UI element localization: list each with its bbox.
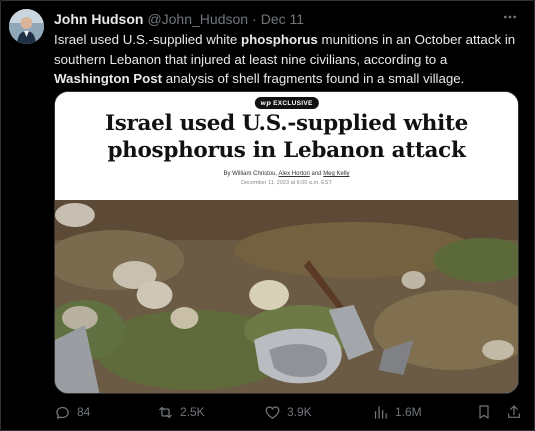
article-header: wp EXCLUSIVE Israel used U.S.-supplied wh… [55, 92, 518, 200]
views-chart-icon [374, 405, 387, 419]
repost-count: 2.5K [180, 405, 205, 419]
views-count: 1.6M [395, 405, 422, 419]
article-byline: By William Christou, Alex Horton and Meg… [55, 171, 518, 177]
article-date: December 11, 2023 at 6:00 a.m. EST [241, 180, 332, 186]
avatar[interactable] [9, 9, 44, 44]
repost-button[interactable]: 2.5K [157, 402, 205, 422]
bookmark-button[interactable] [474, 402, 494, 422]
reply-count: 84 [77, 405, 91, 419]
tweet-text-segment-bold: Washington Post [54, 71, 163, 86]
exclusive-label: EXCLUSIVE [273, 100, 313, 107]
article-photo [55, 200, 518, 393]
exclusive-badge: wp EXCLUSIVE [254, 97, 319, 109]
byline-prefix: By William Christou, [223, 171, 279, 177]
like-count: 3.9K [287, 405, 312, 419]
tweet-header: John Hudson @John_Hudson · Dec 11 [54, 10, 304, 28]
tweet-text-segment: Israel used U.S.-supplied white [54, 32, 241, 47]
reply-icon [56, 406, 69, 419]
article-headline: Israel used U.S.-supplied white phosphor… [55, 110, 518, 164]
headline-line: phosphorus in Lebanon attack [107, 138, 466, 163]
media-card[interactable]: wp EXCLUSIVE Israel used U.S.-supplied wh… [54, 91, 519, 394]
byline-author-link: Alex Horton [278, 171, 310, 177]
heart-icon [265, 405, 280, 419]
separator-dot: · [252, 11, 257, 27]
byline-author-link: Meg Kelly [323, 171, 350, 177]
user-handle[interactable]: @John_Hudson [147, 11, 248, 27]
share-icon [508, 405, 520, 418]
headline-line: Israel used U.S.-supplied white [104, 111, 469, 136]
wp-logo: wp [260, 99, 272, 107]
views-button[interactable]: 1.6M [372, 402, 422, 422]
reply-button[interactable]: 84 [54, 402, 90, 422]
display-name[interactable]: John Hudson [54, 11, 143, 27]
more-horizontal-icon [504, 15, 516, 19]
action-bar: 84 2.5K 3.9K 1.6M [54, 402, 526, 422]
bookmark-icon [479, 405, 489, 419]
tweet[interactable]: John Hudson @John_Hudson · Dec 11 Israel… [0, 0, 535, 431]
repost-icon [159, 406, 172, 418]
tweet-text-segment-bold: phosphorus [241, 32, 318, 47]
more-options-button[interactable] [500, 7, 520, 27]
byline-and: and [309, 171, 324, 177]
tweet-date[interactable]: Dec 11 [261, 11, 304, 27]
share-button[interactable] [504, 402, 524, 422]
tweet-text-segment: analysis of shell fragments found in a s… [162, 71, 465, 86]
tweet-text: Israel used U.S.-supplied white phosphor… [54, 30, 526, 89]
like-button[interactable]: 3.9K [264, 402, 312, 422]
